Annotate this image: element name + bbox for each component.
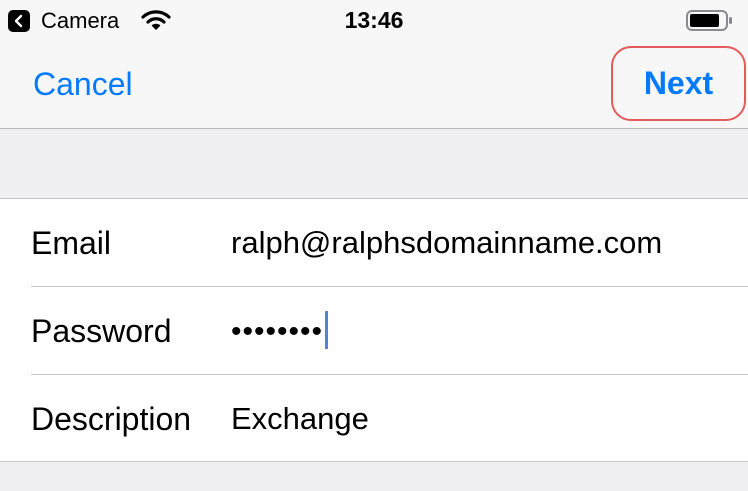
navigation-bar: Cancel Next: [0, 42, 748, 129]
description-label: Description: [31, 401, 192, 437]
description-field[interactable]: Exchange: [231, 399, 369, 439]
description-row[interactable]: Description Exchange: [0, 375, 748, 463]
next-button[interactable]: Next: [611, 46, 746, 121]
email-row[interactable]: Email ralph@ralphsdomainname.com: [0, 199, 748, 287]
status-time: 13:46: [344, 7, 404, 33]
password-row[interactable]: Password ••••••••: [0, 287, 748, 375]
password-masked-value: ••••••••: [231, 315, 324, 348]
password-field[interactable]: ••••••••: [231, 310, 329, 352]
text-cursor: [325, 310, 329, 349]
account-form: Email ralph@ralphsdomainname.com Passwor…: [0, 198, 748, 462]
email-label: Email: [31, 225, 112, 261]
cancel-button[interactable]: Cancel: [33, 64, 133, 104]
status-bar: Camera 13:46: [0, 0, 748, 42]
battery-icon: [686, 9, 734, 38]
password-label: Password: [31, 313, 172, 349]
email-field[interactable]: ralph@ralphsdomainname.com: [231, 223, 662, 263]
